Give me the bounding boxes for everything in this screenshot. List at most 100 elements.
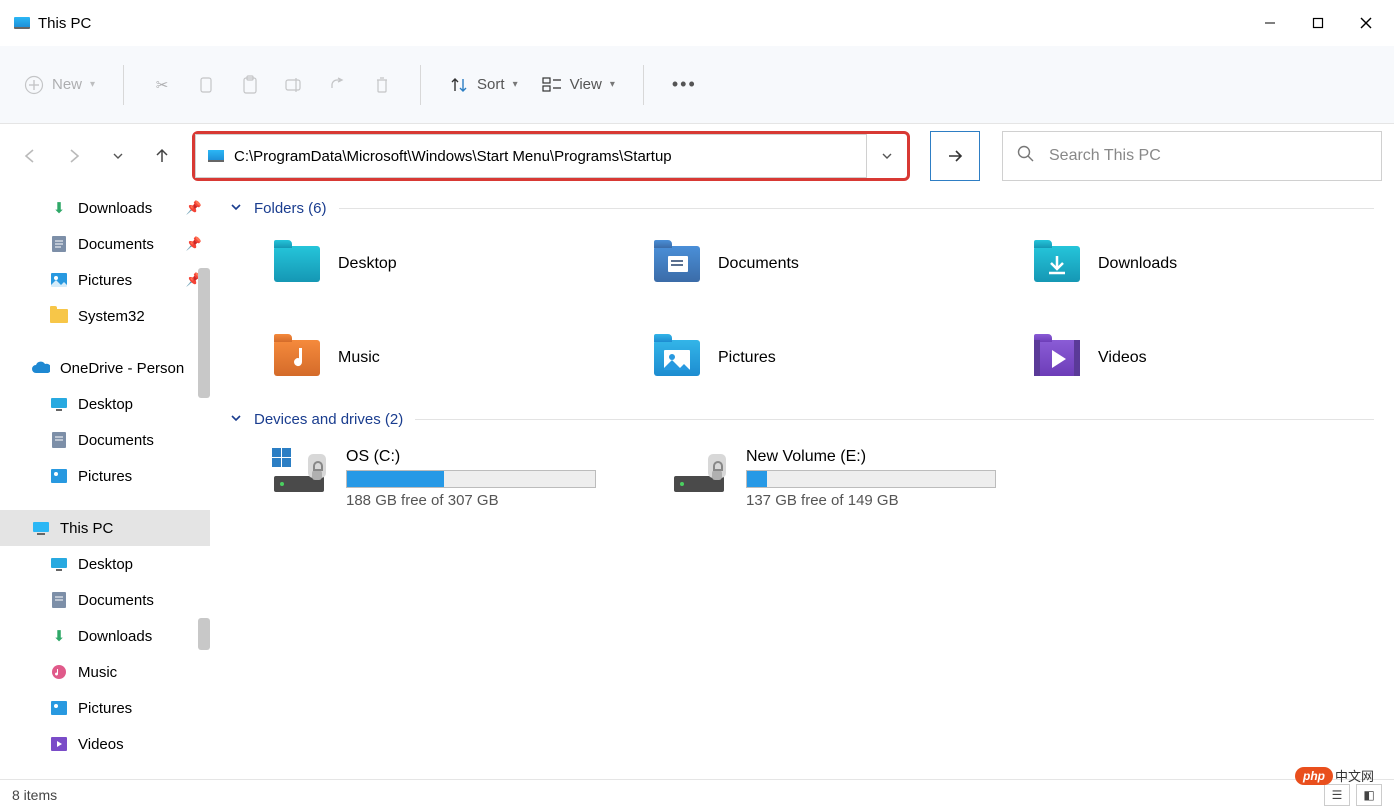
sidebar-item-system32[interactable]: System32 <box>0 298 210 334</box>
sidebar-item-pc-pictures[interactable]: Pictures <box>0 690 210 726</box>
group-label: Folders (6) <box>254 200 327 217</box>
drives-grid: OS (C:) 188 GB free of 307 GB New Volume… <box>230 436 1374 509</box>
drive-usage-bar <box>346 470 596 488</box>
folder-tile[interactable]: Documents <box>650 237 990 291</box>
search-input[interactable] <box>1049 147 1367 165</box>
forward-button[interactable] <box>56 138 92 174</box>
rename-button[interactable] <box>272 67 316 103</box>
more-button[interactable]: ••• <box>660 66 709 103</box>
pin-icon: 📌 <box>186 200 202 216</box>
up-button[interactable] <box>144 138 180 174</box>
sidebar-item-pictures[interactable]: Pictures📌 <box>0 262 210 298</box>
sidebar-item-label: Videos <box>78 736 124 753</box>
sidebar-item-this-pc[interactable]: This PC <box>0 510 210 546</box>
back-button[interactable] <box>12 138 48 174</box>
paste-button[interactable] <box>228 67 272 103</box>
sidebar-item-od-documents[interactable]: Documents <box>0 422 210 458</box>
sidebar-item-pc-downloads[interactable]: ⬇Downloads <box>0 618 210 654</box>
recent-locations-button[interactable] <box>100 138 136 174</box>
folder-tile[interactable]: Desktop <box>270 237 610 291</box>
pictures-icon <box>50 699 68 717</box>
tiles-view-button[interactable]: ◧ <box>1356 784 1382 806</box>
sort-label: Sort <box>477 76 505 93</box>
folder-label: Downloads <box>1098 255 1177 273</box>
scissors-icon: ✂ <box>152 75 172 95</box>
folder-tile[interactable]: Downloads <box>1030 237 1370 291</box>
chevron-down-icon: ▾ <box>610 79 615 90</box>
folder-tile[interactable]: Videos <box>1030 331 1370 385</box>
videos-icon <box>50 735 68 753</box>
folder-label: Music <box>338 349 380 367</box>
document-icon <box>50 591 68 609</box>
status-bar: 8 items ☰ ◧ <box>0 779 1394 809</box>
drive-name: New Volume (E:) <box>746 448 1030 466</box>
drive-free-text: 188 GB free of 307 GB <box>346 492 630 509</box>
sidebar-item-label: This PC <box>60 520 113 537</box>
close-button[interactable] <box>1342 6 1390 40</box>
sidebar-item-label: Pictures <box>78 468 132 485</box>
folders-group-header[interactable]: Folders (6) <box>230 194 1374 225</box>
document-icon <box>50 235 68 253</box>
sidebar-item-label: Desktop <box>78 556 133 573</box>
folder-tile[interactable]: Music <box>270 331 610 385</box>
navigation-pane[interactable]: ⬇Downloads📌 Documents📌 Pictures📌 System3… <box>0 188 210 779</box>
view-label: View <box>570 76 602 93</box>
group-label: Devices and drives (2) <box>254 411 403 428</box>
view-icon <box>542 75 562 95</box>
sidebar-item-documents[interactable]: Documents📌 <box>0 226 210 262</box>
maximize-button[interactable] <box>1294 6 1342 40</box>
sidebar-item-label: OneDrive - Person <box>60 360 184 377</box>
chevron-down-icon <box>230 411 242 428</box>
drives-group-header[interactable]: Devices and drives (2) <box>230 405 1374 436</box>
drive-tile[interactable]: OS (C:) 188 GB free of 307 GB <box>270 448 630 509</box>
sidebar-item-label: Downloads <box>78 628 152 645</box>
drive-tile[interactable]: New Volume (E:) 137 GB free of 149 GB <box>670 448 1030 509</box>
download-icon: ⬇ <box>50 199 68 217</box>
sidebar-item-pc-videos[interactable]: Videos <box>0 726 210 762</box>
scrollbar-thumb[interactable] <box>198 618 210 650</box>
folder-tile[interactable]: Pictures <box>650 331 990 385</box>
folder-icon <box>650 237 704 291</box>
sidebar-item-label: Pictures <box>78 272 132 289</box>
desktop-icon <box>50 555 68 573</box>
folder-icon <box>50 307 68 325</box>
sidebar-item-pc-music[interactable]: Music <box>0 654 210 690</box>
content-pane: Folders (6) Desktop Documents Downloads <box>210 188 1394 779</box>
new-button[interactable]: New ▾ <box>12 67 107 103</box>
go-button[interactable] <box>930 131 980 181</box>
address-bar[interactable] <box>195 134 867 178</box>
address-input[interactable] <box>234 148 854 165</box>
sidebar-item-od-pictures[interactable]: Pictures <box>0 458 210 494</box>
sidebar-item-label: Documents <box>78 236 154 253</box>
cut-button[interactable]: ✂ <box>140 67 184 103</box>
search-box[interactable] <box>1002 131 1382 181</box>
folder-icon <box>1030 331 1084 385</box>
sort-button[interactable]: Sort ▾ <box>437 67 530 103</box>
sidebar-item-pc-desktop[interactable]: Desktop <box>0 546 210 582</box>
navigation-bar <box>0 124 1394 188</box>
pc-icon <box>32 519 50 537</box>
plus-circle-icon <box>24 75 44 95</box>
scrollbar-thumb[interactable] <box>198 268 210 398</box>
sidebar-item-downloads[interactable]: ⬇Downloads📌 <box>0 190 210 226</box>
separator <box>123 65 124 105</box>
music-icon <box>50 663 68 681</box>
drive-name: OS (C:) <box>346 448 630 466</box>
onedrive-icon <box>32 359 50 377</box>
clipboard-icon <box>240 75 260 95</box>
rename-icon <box>284 75 304 95</box>
sidebar-item-pc-documents[interactable]: Documents <box>0 582 210 618</box>
sidebar-item-label: Pictures <box>78 700 132 717</box>
details-view-button[interactable]: ☰ <box>1324 784 1350 806</box>
share-button[interactable] <box>316 67 360 103</box>
drive-usage-bar <box>746 470 996 488</box>
sidebar-item-od-desktop[interactable]: Desktop <box>0 386 210 422</box>
address-history-dropdown[interactable] <box>867 136 907 176</box>
delete-button[interactable] <box>360 67 404 103</box>
main-area: ⬇Downloads📌 Documents📌 Pictures📌 System3… <box>0 188 1394 779</box>
drive-icon <box>670 448 732 496</box>
view-button[interactable]: View ▾ <box>530 67 627 103</box>
sidebar-item-onedrive[interactable]: OneDrive - Person <box>0 350 210 386</box>
copy-button[interactable] <box>184 67 228 103</box>
minimize-button[interactable] <box>1246 6 1294 40</box>
